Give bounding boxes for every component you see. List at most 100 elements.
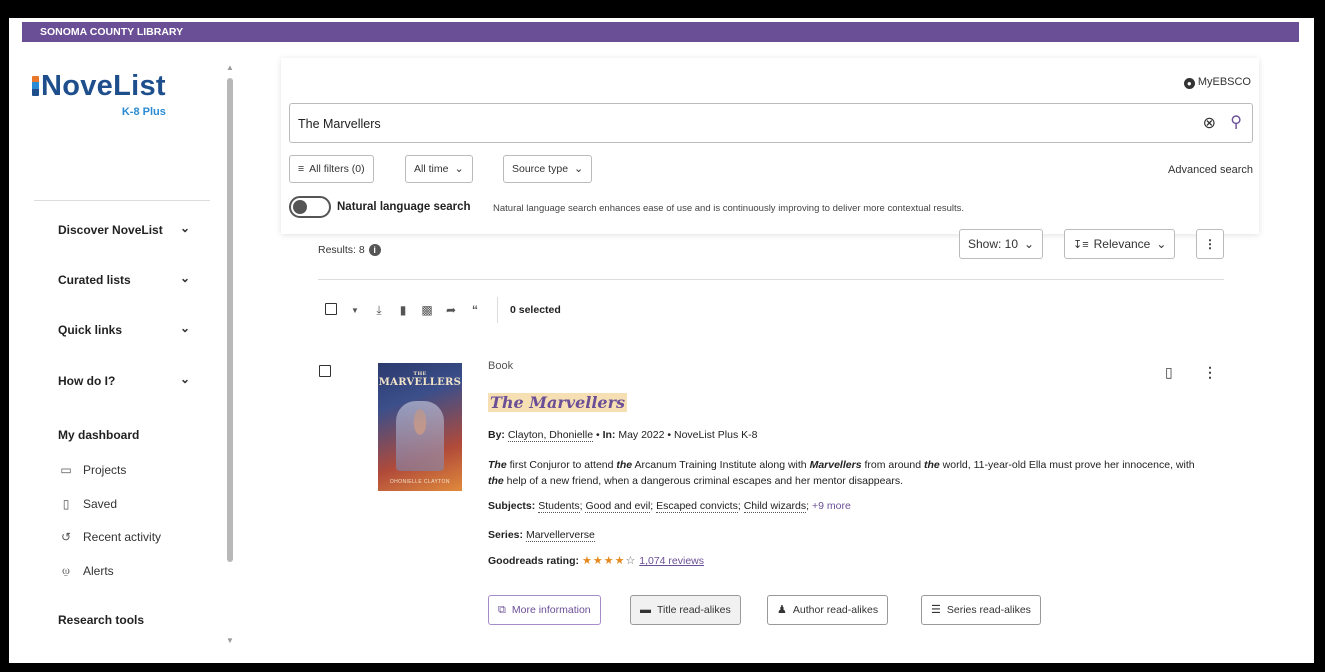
download-icon[interactable]: ⤓ bbox=[367, 303, 391, 318]
highlighted-term: the bbox=[488, 475, 504, 487]
page-size-dropdown[interactable]: Show: 10 ⌄ bbox=[959, 229, 1044, 259]
research-tools-heading: Research tools bbox=[58, 613, 145, 627]
nav-curated-lists[interactable]: Curated lists ⌄ bbox=[58, 271, 198, 287]
all-filters-button[interactable]: ≡ All filters (0) bbox=[289, 155, 374, 183]
dashboard-item-saved[interactable]: ▯ Saved bbox=[58, 497, 117, 511]
search-icon[interactable]: ⚲ bbox=[1230, 112, 1242, 132]
add-to-folder-icon[interactable]: ▩ bbox=[415, 303, 439, 317]
series-read-alikes-button[interactable]: ☰ Series read-alikes bbox=[921, 595, 1041, 625]
publication-date: May 2022 bbox=[618, 429, 665, 441]
search-input[interactable]: The Marvellers ⊗ ⚲ bbox=[289, 103, 1253, 143]
in-label: In: bbox=[602, 429, 616, 441]
natural-language-description: Natural language search enhances ease of… bbox=[493, 203, 965, 214]
separator-dot: • bbox=[595, 429, 600, 441]
more-information-button[interactable]: ⧉ More information bbox=[488, 595, 601, 625]
subject-link[interactable]: Good and evil bbox=[585, 500, 651, 513]
nav-label: Quick links bbox=[58, 323, 123, 337]
subject-link[interactable]: Students bbox=[538, 500, 580, 513]
title-read-alikes-button[interactable]: ▬ Title read-alikes bbox=[630, 595, 741, 625]
book-cover-image[interactable]: THE MARVELLERS DHONIELLE CLAYTON bbox=[378, 363, 462, 491]
myebsco-link[interactable]: ● MyEBSCO bbox=[1183, 76, 1251, 89]
share-icon[interactable]: ➦ bbox=[439, 303, 463, 317]
more-vertical-icon: ⋮ bbox=[1204, 237, 1216, 251]
clear-search-icon[interactable]: ⊗ bbox=[1203, 113, 1216, 133]
separator-dot: • bbox=[667, 429, 672, 441]
nav-label: How do I? bbox=[58, 374, 116, 388]
highlighted-term: Marvellers bbox=[809, 459, 862, 471]
dashboard-item-projects[interactable]: ▭ Projects bbox=[58, 463, 126, 477]
date-range-dropdown[interactable]: All time ⌄ bbox=[405, 155, 473, 183]
cite-icon[interactable]: “ bbox=[463, 303, 487, 317]
goodreads-label: Goodreads rating: bbox=[488, 555, 580, 567]
sort-label: Relevance bbox=[1093, 237, 1151, 251]
dashboard-item-label: Saved bbox=[83, 497, 118, 511]
dashboard-heading: My dashboard bbox=[58, 428, 140, 442]
dashboard-item-label: Alerts bbox=[83, 563, 114, 578]
dashboard-item-recent-activity[interactable]: ↺ Recent activity bbox=[58, 530, 161, 544]
library-banner: SONOMA COUNTY LIBRARY bbox=[22, 22, 1299, 42]
dashboard-item-alerts[interactable]: ⍹ Alerts bbox=[58, 563, 114, 578]
series-link[interactable]: Marvellerverse bbox=[525, 529, 595, 542]
subject-link[interactable]: Escaped convicts bbox=[656, 500, 738, 513]
select-all-checkbox[interactable] bbox=[319, 302, 343, 318]
source-type-dropdown[interactable]: Source type ⌄ bbox=[503, 155, 593, 183]
folder-icon: ▭ bbox=[60, 463, 72, 477]
filter-icon: ≡ bbox=[298, 163, 305, 175]
save-bookmark-icon[interactable]: ▯ bbox=[1165, 364, 1173, 381]
chevron-down-icon: ⌄ bbox=[574, 163, 584, 175]
record-title-link[interactable]: The Marvellers bbox=[488, 393, 628, 412]
search-query: The Marvellers bbox=[298, 117, 381, 131]
highlighted-term: The bbox=[488, 459, 507, 471]
page-size-label: Show: 10 bbox=[968, 237, 1019, 251]
goodreads-rating: Goodreads rating: ★★★★☆ 1,074 reviews bbox=[488, 554, 704, 567]
author-read-alikes-button[interactable]: ♟ Author read-alikes bbox=[767, 595, 889, 625]
scroll-up-arrow-icon[interactable]: ▲ bbox=[226, 63, 234, 72]
reviews-link[interactable]: 1,074 reviews bbox=[639, 555, 704, 567]
chevron-down-icon: ⌄ bbox=[179, 221, 190, 235]
novelist-logo[interactable]: NoveList K-8 Plus bbox=[32, 70, 166, 118]
nav-label: Discover NoveList bbox=[58, 223, 163, 237]
filter-label: All time bbox=[414, 163, 449, 175]
select-menu-caret-icon[interactable]: ▼ bbox=[343, 306, 367, 315]
natural-language-toggle[interactable] bbox=[289, 196, 331, 218]
nav-how-do-i[interactable]: How do I? ⌄ bbox=[58, 372, 198, 388]
sort-dropdown[interactable]: ↧≡ Relevance ⌄ bbox=[1064, 229, 1176, 259]
bookmark-icon[interactable]: ▮ bbox=[391, 303, 415, 317]
chevron-down-icon: ⌄ bbox=[1024, 237, 1035, 251]
nav-discover-novelist[interactable]: Discover NoveList ⌄ bbox=[58, 221, 198, 237]
more-options-button[interactable]: ⋮ bbox=[1196, 229, 1224, 259]
results-count: Results: 8i bbox=[318, 244, 381, 256]
chevron-down-icon: ⌄ bbox=[179, 321, 190, 335]
abstract-text: help of a new friend, when a dangerous c… bbox=[503, 475, 903, 487]
subject-link[interactable]: Child wizards bbox=[743, 500, 807, 513]
sidebar-scrollbar[interactable] bbox=[227, 78, 233, 562]
series-label: Series: bbox=[488, 529, 524, 541]
more-subjects-link[interactable]: +9 more bbox=[812, 500, 851, 512]
info-icon[interactable]: i bbox=[368, 244, 381, 256]
cover-title: THE MARVELLERS bbox=[378, 371, 462, 388]
dashboard-item-label: Recent activity bbox=[83, 530, 162, 544]
button-label: Author read-alikes bbox=[792, 604, 879, 616]
author-link[interactable]: Clayton, Dhonielle bbox=[507, 429, 594, 442]
logo-ribbon-icon bbox=[32, 76, 39, 96]
results-count-label: Results: 8 bbox=[318, 244, 365, 256]
logo-subtitle: K-8 Plus bbox=[121, 106, 166, 118]
cover-author: DHONIELLE CLAYTON bbox=[390, 479, 450, 485]
nav-quick-links[interactable]: Quick links ⌄ bbox=[58, 321, 198, 337]
myebsco-label: MyEBSCO bbox=[1197, 76, 1251, 88]
abstract-text: Arcanum Training Institute along with bbox=[632, 459, 810, 471]
chevron-down-icon: ⌄ bbox=[454, 163, 464, 175]
book-icon: ▬ bbox=[640, 604, 651, 616]
result-checkbox[interactable] bbox=[319, 364, 331, 382]
search-panel: ● MyEBSCO The Marvellers ⊗ ⚲ ≡ All filters… bbox=[281, 58, 1259, 234]
selected-count: 0 selected bbox=[510, 304, 561, 316]
record-byline: By: Clayton, Dhonielle • In: May 2022 • … bbox=[488, 429, 757, 442]
scroll-down-arrow-icon[interactable]: ▼ bbox=[226, 636, 234, 645]
advanced-search-link[interactable]: Advanced search bbox=[1168, 164, 1253, 176]
more-vertical-icon[interactable]: ⋮ bbox=[1203, 364, 1217, 381]
filter-label: Source type bbox=[512, 163, 569, 175]
toggle-knob bbox=[293, 200, 307, 214]
record-type: Book bbox=[488, 360, 514, 372]
star-filled-icon: ★ bbox=[581, 555, 593, 567]
cover-illustration bbox=[396, 401, 444, 471]
